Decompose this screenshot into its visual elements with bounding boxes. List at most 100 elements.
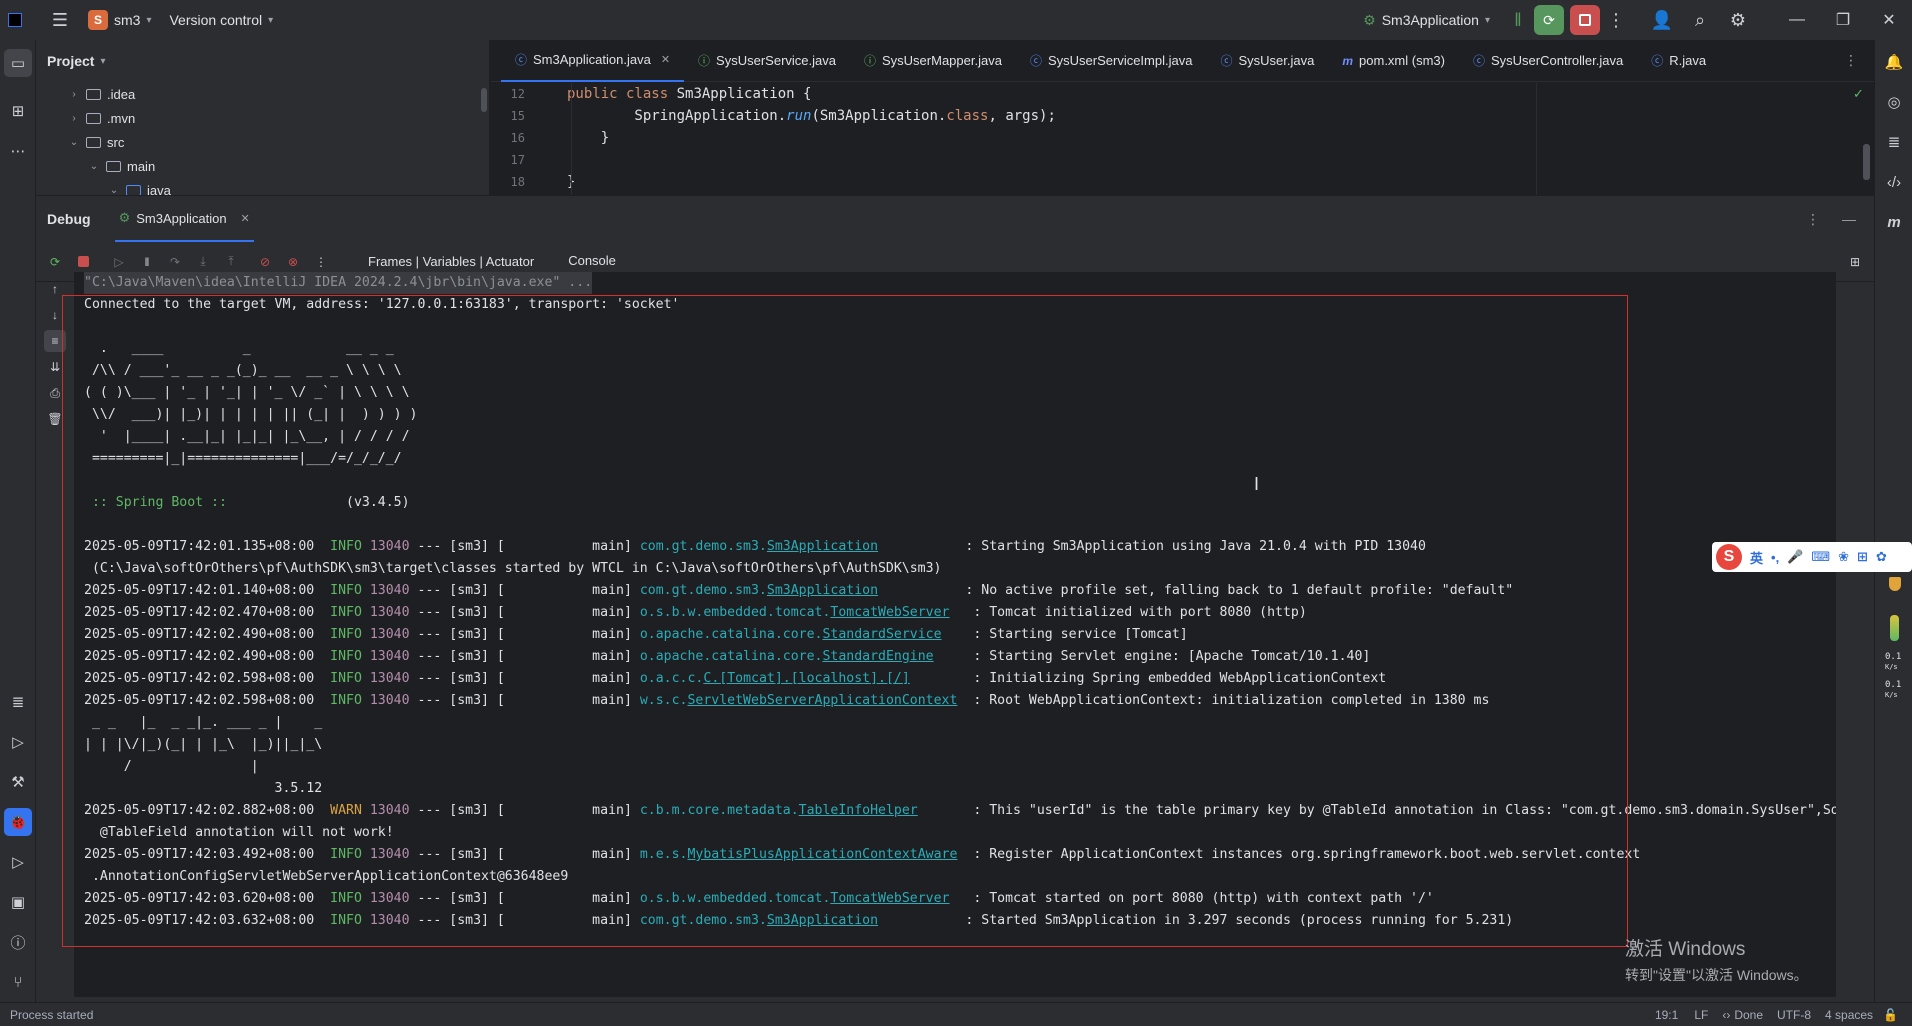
- settings-icon[interactable]: ⚙: [1722, 4, 1754, 36]
- ime-language[interactable]: 英: [1750, 548, 1763, 567]
- editor-tab[interactable]: ⓒ SysUserController.java: [1459, 40, 1637, 82]
- log-logger-link[interactable]: TomcatWebServer: [830, 891, 949, 906]
- skin-icon[interactable]: ❀: [1838, 549, 1849, 565]
- editor-tab[interactable]: ⓘ SysUserMapper.java: [850, 40, 1016, 82]
- editor-tab[interactable]: ⓘ SysUserService.java: [684, 40, 850, 82]
- punctuation-icon[interactable]: •,: [1771, 550, 1779, 565]
- step-into-icon[interactable]: ⤓: [192, 251, 214, 273]
- editor-tab[interactable]: ⓒ SysUser.java: [1206, 40, 1328, 82]
- resume-icon[interactable]: ▷: [108, 251, 130, 273]
- code-line[interactable]: 15 SpringApplication. run (Sm3Application.…: [491, 105, 1591, 127]
- trash-icon[interactable]: 🗑: [44, 408, 66, 430]
- editor-tab[interactable]: ⓒ SysUserServiceImpl.java: [1016, 40, 1207, 82]
- close-tab-icon[interactable]: ✕: [661, 53, 670, 66]
- code-line[interactable]: 18 }: [491, 171, 1591, 193]
- keyboard-icon[interactable]: ⌨: [1811, 549, 1830, 565]
- scroll-to-end-icon[interactable]: ⇊: [44, 356, 66, 378]
- log-logger-link[interactable]: StandardEngine: [822, 649, 933, 664]
- log-logger-link[interactable]: Sm3Application: [767, 539, 878, 554]
- database-tool-icon[interactable]: ≣: [4, 688, 32, 716]
- log-logger-link[interactable]: MybatisPlusApplicationContextAware: [687, 847, 957, 862]
- view-breakpoints-icon[interactable]: ⊘: [254, 251, 276, 273]
- editor-tab[interactable]: m pom.xml (sm3): [1328, 40, 1459, 82]
- hide-panel-icon[interactable]: —: [1842, 211, 1856, 227]
- project-widget[interactable]: S sm3 ▾: [88, 10, 151, 30]
- log-logger-link[interactable]: ServletWebServerApplicationContext: [687, 693, 957, 708]
- down-arrow-icon[interactable]: ↓: [44, 304, 66, 326]
- pause-icon[interactable]: ‖: [136, 251, 158, 273]
- problems-tool-icon[interactable]: ⓘ: [4, 928, 32, 956]
- print-icon[interactable]: ⎙: [44, 382, 66, 404]
- microphone-icon[interactable]: 🎤: [1787, 549, 1803, 565]
- add-user-icon[interactable]: 👤: [1646, 4, 1678, 36]
- tree-item[interactable]: ⌄ main: [36, 154, 489, 178]
- run-config-selector[interactable]: ⚙ Sm3Application ▾: [1363, 12, 1490, 29]
- endpoints-icon[interactable]: ‹/›: [1880, 168, 1908, 196]
- log-logger-link[interactable]: TomcatWebServer: [830, 605, 949, 620]
- caret-position[interactable]: 19:1: [1655, 1008, 1678, 1022]
- more-icon[interactable]: ✿: [1876, 549, 1887, 565]
- run-tool-icon[interactable]: ▷: [4, 848, 32, 876]
- editor-tab[interactable]: ⓒ Sm3Application.java ✕: [501, 40, 685, 82]
- indent-setting[interactable]: 4 spaces: [1825, 1008, 1873, 1022]
- console-output[interactable]: "C:\Java\Maven\idea\IntelliJ IDEA 2024.2…: [74, 272, 1836, 997]
- project-tool-icon[interactable]: ▭: [4, 49, 32, 77]
- rerun-icon[interactable]: ⟳: [44, 251, 66, 273]
- tab-menu-icon[interactable]: ⋮: [1844, 52, 1858, 69]
- restore-button[interactable]: ❐: [1820, 0, 1866, 40]
- services-tool-icon[interactable]: ▷: [4, 728, 32, 756]
- status-message[interactable]: Process started: [10, 1008, 93, 1022]
- tree-item[interactable]: › .mvn: [36, 106, 489, 130]
- line-separator[interactable]: LF: [1694, 1008, 1708, 1022]
- log-logger-link[interactable]: C.[Tomcat].[localhost].[/]: [703, 671, 909, 686]
- up-arrow-icon[interactable]: ↑: [44, 278, 66, 300]
- log-logger-link[interactable]: TableInfoHelper: [799, 803, 918, 818]
- toolbox-icon[interactable]: ⊞: [1857, 549, 1868, 565]
- code-line[interactable]: 12 public class Sm3Application {: [491, 83, 1591, 105]
- stop-icon[interactable]: [72, 251, 94, 273]
- editor-scrollbar[interactable]: [1863, 144, 1870, 180]
- main-menu-icon[interactable]: ☰: [44, 4, 76, 36]
- vcs-widget[interactable]: Version control ▾: [169, 12, 273, 28]
- code-line[interactable]: 17: [491, 149, 1591, 171]
- terminal-tool-icon[interactable]: ▣: [4, 888, 32, 916]
- layout-settings-icon[interactable]: ⊞: [1844, 251, 1866, 273]
- build-tool-icon[interactable]: ⚒: [4, 768, 32, 796]
- database-icon[interactable]: ≣: [1880, 128, 1908, 156]
- more-tools-icon[interactable]: ⋯: [4, 137, 32, 165]
- resume-icon[interactable]: ‖: [1502, 4, 1534, 36]
- notifications-icon[interactable]: 🔔: [1880, 48, 1908, 76]
- more-icon[interactable]: ⋮: [310, 251, 332, 273]
- editor-tab[interactable]: ⓒ R.java: [1637, 40, 1720, 82]
- rerun-debug-button[interactable]: ⟳: [1534, 5, 1564, 35]
- code-line[interactable]: 16 }: [491, 127, 1591, 149]
- more-options-icon[interactable]: ⋮: [1806, 211, 1820, 228]
- log-logger-link[interactable]: Sm3Application: [767, 583, 878, 598]
- log-logger-link[interactable]: Sm3Application: [767, 913, 878, 928]
- debug-session-tab[interactable]: ⚙ Sm3Application ✕: [114, 196, 254, 242]
- vcs-status[interactable]: Done: [1734, 1008, 1763, 1022]
- log-logger-link[interactable]: StandardService: [822, 627, 941, 642]
- step-out-icon[interactable]: ⤒: [220, 251, 242, 273]
- project-panel-header[interactable]: Project ▾: [36, 40, 489, 82]
- soft-wrap-icon[interactable]: ≡: [44, 330, 66, 352]
- tree-item[interactable]: ⌄ src: [36, 130, 489, 154]
- close-tab-icon[interactable]: ✕: [241, 212, 250, 225]
- tree-item[interactable]: › .idea: [36, 82, 489, 106]
- search-icon[interactable]: ⌕: [1684, 4, 1716, 36]
- ime-toolbar[interactable]: S 英 •, 🎤 ⌨ ❀ ⊞ ✿: [1712, 542, 1912, 572]
- structure-tool-icon[interactable]: ⊞: [4, 97, 32, 125]
- step-over-icon[interactable]: ↷: [164, 251, 186, 273]
- maven-icon[interactable]: m: [1880, 208, 1908, 236]
- more-actions-icon[interactable]: ⋮: [1600, 4, 1632, 36]
- file-encoding[interactable]: UTF-8: [1777, 1008, 1811, 1022]
- debug-tool-icon[interactable]: 🐞: [4, 808, 32, 836]
- close-window-button[interactable]: ✕: [1866, 0, 1912, 40]
- tree-item[interactable]: ⌄ java: [36, 178, 489, 195]
- inspection-ok-icon[interactable]: ✓: [1853, 86, 1864, 102]
- git-tool-icon[interactable]: ⑂: [4, 968, 32, 996]
- panel-scrollbar[interactable]: [481, 88, 487, 112]
- minimize-button[interactable]: —: [1774, 0, 1820, 40]
- mute-breakpoints-icon[interactable]: ⊗: [282, 251, 304, 273]
- stop-button[interactable]: [1570, 5, 1600, 35]
